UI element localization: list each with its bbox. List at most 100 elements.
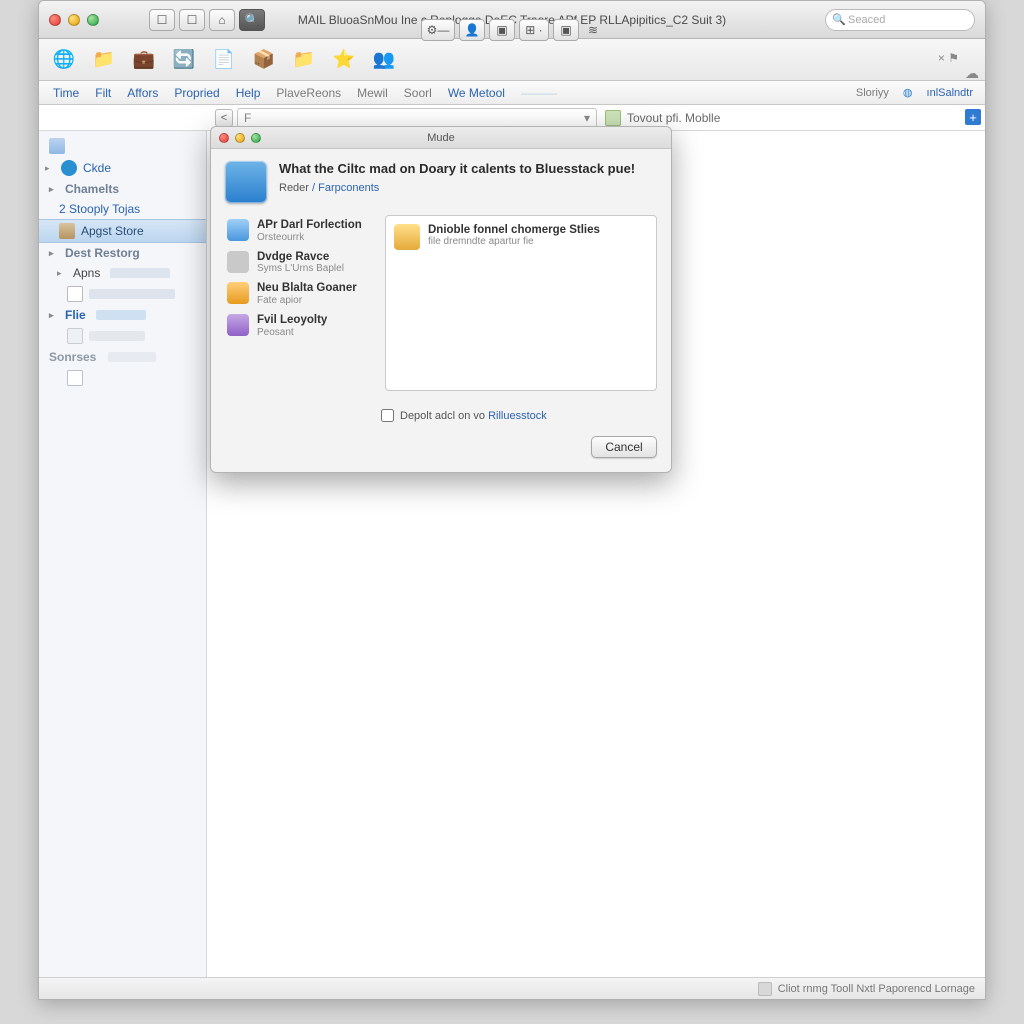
menu-propried[interactable]: Propried	[166, 86, 227, 100]
sidebar-apps-sub[interactable]	[39, 283, 206, 305]
modal-dialog: Mude What the Ciltc mad on Doary it cale…	[210, 126, 672, 473]
file-box-icon	[67, 328, 83, 344]
dialog-left-item[interactable]: Dvdge RavceSyms L'Urns Baplel	[225, 247, 375, 279]
app-item-icon	[227, 251, 249, 273]
sidebar-sources-item[interactable]	[39, 367, 206, 389]
right-item-title: Dnioble fonnel chomerge Stlies	[428, 224, 600, 236]
sidebar-apps[interactable]: ▸ Apns	[39, 263, 206, 283]
briefcase-icon[interactable]: 💼	[127, 44, 161, 76]
menu-wemetool[interactable]: We Metool	[440, 86, 513, 100]
dialog-right-panel: Dnioble fonnel chomerge Stlies file drem…	[385, 215, 657, 391]
tc-btn-5[interactable]: ▣	[553, 19, 579, 41]
dialog-right-item[interactable]: Dnioble fonnel chomerge Stlies file drem…	[394, 224, 648, 250]
path-input[interactable]: F ▾	[237, 108, 597, 128]
sidebar-file-head[interactable]: ▸ Flie	[39, 305, 206, 325]
dialog-left-item[interactable]: Fvil LeoyoltyPeosant	[225, 310, 375, 342]
menu-affors[interactable]: Affors	[119, 86, 166, 100]
toolbar-close-icon[interactable]: × ⚑	[938, 51, 959, 65]
menu-time[interactable]: Time	[45, 86, 87, 100]
app-item-title: Neu Blalta Goaner	[257, 282, 357, 295]
sidebar-code-label: Ckde	[83, 161, 111, 175]
app-item-title: APr Darl Forlection	[257, 219, 362, 232]
menu-soorl[interactable]: Soorl	[396, 86, 440, 100]
path-back-button[interactable]: <	[215, 109, 233, 127]
globe-icon[interactable]: 🌐	[47, 44, 81, 76]
main-toolbar: 🌐 📁 💼 🔄 📄 📦 📁 ⭐ 👥 × ⚑ ☁︎	[39, 39, 985, 81]
sidebar-top-icon[interactable]	[39, 135, 206, 157]
tc-btn-2[interactable]: 👤	[459, 19, 485, 41]
star-icon[interactable]: ⭐	[327, 44, 361, 76]
sidebar-code[interactable]: ▸ Ckde	[39, 157, 206, 179]
dialog-zoom-button[interactable]	[251, 133, 261, 143]
menu-filt[interactable]: Filt	[87, 86, 119, 100]
dialog-sub-link[interactable]: / Farpconents	[312, 182, 379, 194]
sidebar-sources-head[interactable]: Sonrses	[39, 347, 206, 367]
page-icon[interactable]: 📄	[207, 44, 241, 76]
right-item-sub: file dremndte apartur fie	[428, 236, 600, 247]
dialog-minimize-button[interactable]	[235, 133, 245, 143]
sidebar-stoopy[interactable]: 2 Stooply Tojas	[39, 199, 206, 219]
add-button[interactable]: +	[965, 109, 981, 125]
dialog-checkbox-link[interactable]: Rilluesstock	[488, 410, 547, 422]
minimize-window-button[interactable]	[68, 14, 80, 26]
app-item-sub: Syms L'Urns Baplel	[257, 263, 344, 274]
device-icon	[605, 110, 621, 126]
app-item-sub: Peosant	[257, 327, 327, 338]
dialog-footer: Depolt adcl on vo Rilluesstock	[211, 401, 671, 436]
sidebar: ▸ Ckde ▸ Chamelts 2 Stooply Tojas Apgst …	[39, 131, 207, 977]
menu-help[interactable]: Help	[228, 86, 269, 100]
menu-mewil[interactable]: Mewil	[349, 86, 396, 100]
people-icon[interactable]: 👥	[367, 44, 401, 76]
source-icon	[67, 370, 83, 386]
sidebar-file-box[interactable]	[39, 325, 206, 347]
cloud-icon[interactable]: ☁︎	[965, 65, 979, 82]
right-item-icon	[394, 224, 420, 250]
dialog-close-button[interactable]	[219, 133, 229, 143]
gear-bullet-icon	[61, 160, 77, 176]
sidebar-selected-item[interactable]: Apgst Store	[39, 219, 206, 243]
dialog-title: Mude	[427, 132, 455, 144]
dialog-app-icon	[225, 161, 267, 203]
dialog-left-item[interactable]: Neu Blalta GoanerFate apior	[225, 278, 375, 310]
dialog-checkbox[interactable]: Depolt adcl on vo Rilluesstock	[381, 409, 547, 422]
search-input[interactable]: Seaced	[825, 9, 975, 31]
app-item-title: Dvdge Ravce	[257, 251, 344, 264]
dialog-left-item[interactable]: APr Darl ForlectionOrsteourrk	[225, 215, 375, 247]
nav-fwd-button[interactable]: ☐	[179, 9, 205, 31]
sidebar-channels-head[interactable]: ▸ Chamelts	[39, 179, 206, 199]
sync-icon[interactable]: 🔄	[167, 44, 201, 76]
path-device-label: Tovout pfi. Moblle	[627, 111, 720, 125]
close-window-button[interactable]	[49, 14, 61, 26]
app-item-icon	[227, 282, 249, 304]
dialog-checkbox-input[interactable]	[381, 409, 394, 422]
sync-status: ınlSalndtr	[927, 87, 973, 99]
status-label: Sloriyy	[856, 87, 889, 99]
status-bar: Cliot rnmg Tooll Nxtl Paporencd Lornage	[39, 977, 985, 999]
cancel-button[interactable]: Cancel	[591, 436, 657, 458]
app-item-sub: Orsteourrk	[257, 232, 362, 243]
folder2-icon[interactable]: 📁	[287, 44, 321, 76]
menu-playersons[interactable]: PlaveReons	[268, 86, 349, 100]
tc-btn-6[interactable]: ≋	[583, 19, 603, 41]
sidebar-dest-head[interactable]: ▸ Dest Restorg	[39, 243, 206, 263]
dialog-left-list: APr Darl ForlectionOrsteourrkDvdge Ravce…	[225, 215, 375, 391]
dialog-buttons: Cancel	[211, 436, 671, 472]
home-button[interactable]: ⌂	[209, 9, 235, 31]
search-toggle-button[interactable]: 🔍	[239, 9, 265, 31]
tc-btn-1[interactable]: ⚙—	[421, 19, 455, 41]
menu-bar: Time Filt Affors Propried Help PlaveReon…	[39, 81, 985, 105]
dialog-headline: What the Ciltc mad on Doary it calents t…	[279, 161, 635, 176]
dialog-columns: APr Darl ForlectionOrsteourrkDvdge Ravce…	[211, 209, 671, 401]
package-icon[interactable]: 📦	[247, 44, 281, 76]
folder-icon[interactable]: 📁	[87, 44, 121, 76]
sidebar-selected-label: Apgst Store	[81, 224, 144, 238]
tc-btn-3[interactable]: ▣	[489, 19, 515, 41]
dialog-header: What the Ciltc mad on Doary it calents t…	[211, 149, 671, 209]
nav-button-group: ☐ ☐ ⌂ 🔍	[149, 9, 265, 31]
title-center-toolbar: ⚙— 👤 ▣ ⊞ · ▣ ≋	[421, 19, 603, 41]
nav-back-button[interactable]: ☐	[149, 9, 175, 31]
chevron-down-icon[interactable]: ▾	[584, 111, 590, 125]
folder-icon	[49, 138, 65, 154]
zoom-window-button[interactable]	[87, 14, 99, 26]
tc-btn-4[interactable]: ⊞ ·	[519, 19, 549, 41]
